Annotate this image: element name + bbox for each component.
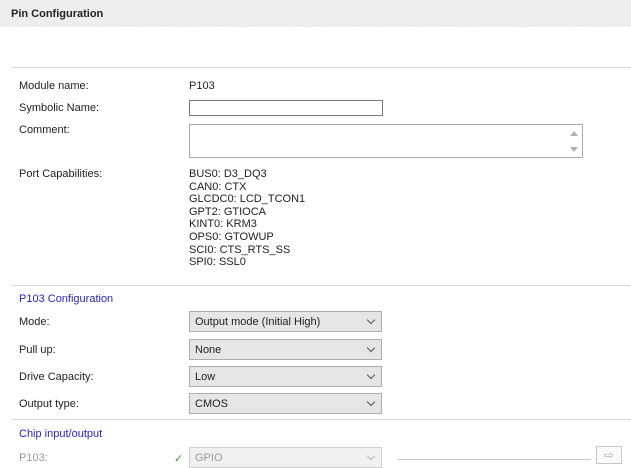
divider — [11, 67, 631, 68]
divider — [11, 419, 631, 420]
scroll-up-icon[interactable] — [570, 131, 578, 136]
port-capability-item: SCI0: CTS_RTS_SS — [189, 243, 291, 256]
chevron-down-icon — [366, 315, 376, 325]
scroll-down-icon[interactable] — [570, 147, 578, 152]
output-type-select[interactable]: CMOS — [189, 393, 382, 414]
output-type-label: Output type: — [19, 398, 79, 410]
port-capabilities-list: BUS0: D3_DQ3 CAN0: CTX GLCDC0: LCD_TCON1… — [189, 168, 305, 269]
pin-configuration-header: Pin Configuration — [0, 0, 631, 27]
comment-label: Comment: — [19, 124, 70, 136]
p103-function-select[interactable]: GPIO — [189, 447, 382, 468]
port-capability-item: SPI0: SSL0 — [189, 256, 246, 269]
drive-capacity-select-value: Low — [195, 371, 216, 383]
navigate-arrow-button[interactable]: ⇨ — [596, 446, 622, 464]
mode-select-value: Output mode (Initial High) — [195, 316, 321, 328]
output-type-select-value: CMOS — [195, 398, 228, 410]
chevron-down-icon — [366, 370, 376, 380]
p103-configuration-section-title: P103 Configuration — [19, 293, 114, 305]
symbolic-name-label: Symbolic Name: — [19, 102, 100, 114]
comment-scrollbar[interactable] — [568, 127, 580, 155]
port-capability-item: GLCDC0: LCD_TCON1 — [189, 193, 306, 206]
chevron-down-icon — [366, 343, 376, 353]
port-capability-item: KINT0: KRM3 — [189, 218, 257, 231]
mode-label: Mode: — [19, 316, 50, 328]
port-capabilities-label: Port Capabilities: — [19, 168, 103, 180]
port-capability-item: OPS0: GTOWUP — [189, 230, 274, 243]
p103-function-select-value: GPIO — [195, 452, 223, 464]
port-capability-item: GPT2: GTIOCA — [189, 205, 267, 218]
mode-select[interactable]: Output mode (Initial High) — [189, 311, 382, 332]
arrow-right-icon: ⇨ — [603, 448, 615, 462]
connection-line — [398, 459, 591, 460]
drive-capacity-select[interactable]: Low — [189, 366, 382, 387]
drive-capacity-label: Drive Capacity: — [19, 371, 94, 383]
panel-title: Pin Configuration — [11, 8, 104, 20]
port-capability-item: BUS0: D3_DQ3 — [189, 168, 267, 180]
comment-textarea[interactable] — [189, 124, 583, 158]
checkmark-icon: ✓ — [174, 453, 184, 465]
module-name-value: P103 — [189, 80, 215, 92]
pull-up-label: Pull up: — [19, 344, 56, 356]
chevron-down-icon — [366, 397, 376, 407]
p103-pin-label: P103: — [19, 452, 48, 464]
pull-up-select[interactable]: None — [189, 339, 382, 360]
chevron-down-icon — [366, 451, 376, 461]
port-capability-item: CAN0: CTX — [189, 180, 247, 193]
symbolic-name-input[interactable] — [189, 100, 383, 116]
pull-up-select-value: None — [195, 344, 222, 356]
divider — [11, 285, 631, 286]
chip-input-output-section-title: Chip input/output — [19, 428, 103, 440]
module-name-label: Module name: — [19, 80, 89, 92]
